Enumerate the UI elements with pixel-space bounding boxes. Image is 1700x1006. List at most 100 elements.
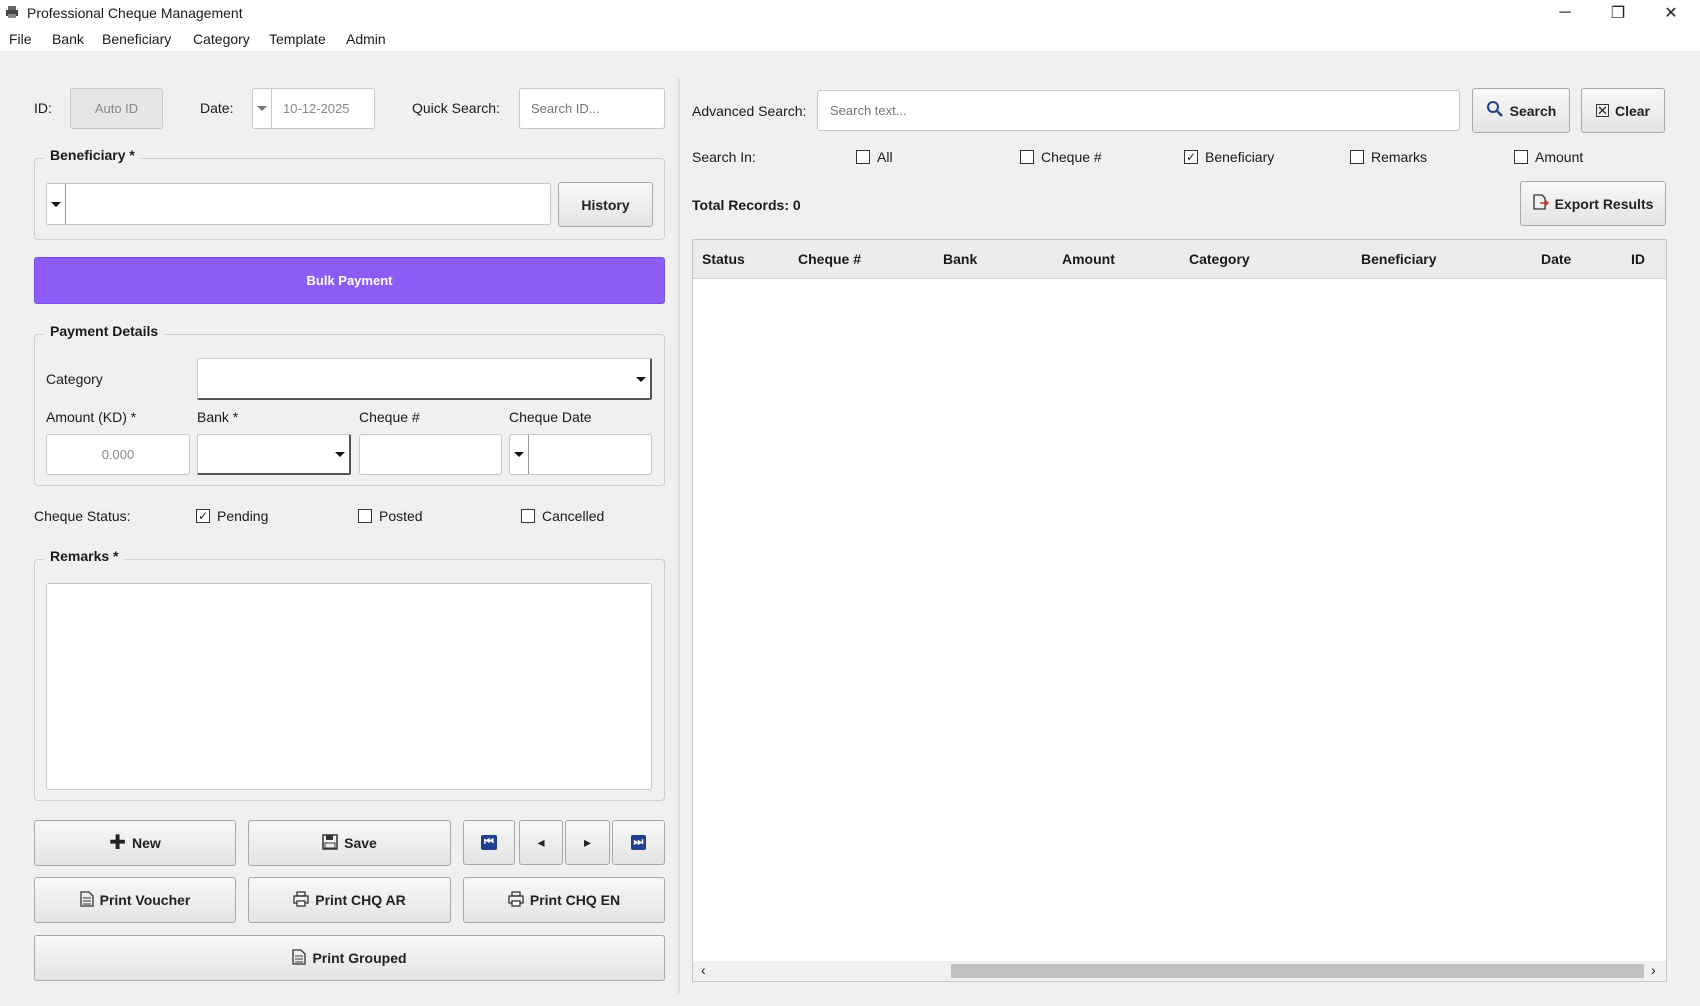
- cancelled-label: Cancelled: [542, 508, 605, 524]
- advanced-search-input[interactable]: [817, 90, 1460, 131]
- column-amount[interactable]: Amount: [1062, 251, 1115, 267]
- new-button-label: New: [131, 835, 161, 851]
- category-dropdown-icon[interactable]: [636, 377, 646, 382]
- search-in-label: Search In:: [692, 149, 756, 165]
- print-chq-en-button[interactable]: Print CHQ EN: [463, 877, 665, 923]
- minimize-button[interactable]: ─: [1538, 0, 1592, 26]
- plus-icon: ✚: [109, 832, 126, 854]
- clear-button-label: Clear: [1614, 102, 1651, 119]
- menu-bank[interactable]: Bank: [52, 31, 84, 47]
- nav-prev-button[interactable]: ◂: [519, 820, 563, 865]
- print-chq-ar-button[interactable]: Print CHQ AR: [248, 877, 451, 923]
- print-voucher-button[interactable]: Print Voucher: [34, 877, 236, 923]
- amount-label: Amount (KD) *: [46, 409, 137, 425]
- date-dropdown-icon[interactable]: [253, 89, 272, 128]
- quick-search-input[interactable]: [519, 88, 665, 129]
- history-button[interactable]: History: [558, 182, 653, 227]
- search-in-all[interactable]: All: [856, 149, 893, 165]
- id-label: ID:: [34, 100, 52, 116]
- cheque-no-search-label: Cheque #: [1041, 149, 1102, 165]
- restore-button[interactable]: ❐: [1591, 0, 1645, 26]
- export-results-label: Export Results: [1554, 195, 1654, 212]
- pending-checkbox[interactable]: ✓: [196, 509, 210, 523]
- search-button[interactable]: Search: [1472, 88, 1570, 133]
- bank-dropdown-icon[interactable]: [335, 452, 345, 457]
- scrollbar-thumb[interactable]: [951, 964, 1644, 978]
- date-picker[interactable]: 10-12-2025: [252, 88, 375, 129]
- save-button[interactable]: Save: [248, 820, 451, 866]
- results-table: [692, 239, 1667, 982]
- column-date[interactable]: Date: [1541, 251, 1571, 267]
- cheque-date-dropdown-icon[interactable]: [510, 435, 529, 474]
- beneficiary-checkbox[interactable]: ✓: [1184, 150, 1198, 164]
- posted-label: Posted: [379, 508, 423, 524]
- search-in-beneficiary[interactable]: ✓ Beneficiary: [1184, 149, 1274, 165]
- amount-checkbox[interactable]: [1514, 150, 1528, 164]
- total-records: Total Records: 0: [692, 197, 801, 213]
- status-cancelled[interactable]: Cancelled: [521, 508, 604, 524]
- cheque-date-picker[interactable]: [509, 434, 652, 475]
- window-title: Professional Cheque Management: [27, 5, 243, 21]
- cancelled-checkbox[interactable]: [521, 509, 535, 523]
- print-voucher-label: Print Voucher: [99, 892, 191, 908]
- scroll-left-icon[interactable]: ‹: [701, 962, 706, 978]
- remarks-checkbox[interactable]: [1350, 150, 1364, 164]
- category-select[interactable]: [197, 358, 652, 400]
- beneficiary-dropdown-icon[interactable]: [47, 184, 66, 224]
- menu-template[interactable]: Template: [269, 31, 326, 47]
- print-chq-ar-label: Print CHQ AR: [315, 892, 406, 908]
- column-bank[interactable]: Bank: [943, 251, 977, 267]
- document-icon: [292, 948, 307, 968]
- status-pending[interactable]: ✓ Pending: [196, 508, 268, 524]
- column-category[interactable]: Category: [1189, 251, 1250, 267]
- print-grouped-button[interactable]: Print Grouped: [34, 935, 665, 981]
- bank-label: Bank *: [197, 409, 239, 425]
- printer-app-icon: [5, 5, 19, 19]
- panel-divider[interactable]: [678, 78, 680, 994]
- column-status[interactable]: Status: [702, 251, 745, 267]
- column-id[interactable]: ID: [1631, 251, 1645, 267]
- nav-next-button[interactable]: ▸: [565, 820, 610, 865]
- search-in-amount[interactable]: Amount: [1514, 149, 1583, 165]
- all-checkbox[interactable]: [856, 150, 870, 164]
- pending-label: Pending: [217, 508, 269, 524]
- clear-button[interactable]: ✕ Clear: [1581, 88, 1665, 133]
- date-label: Date:: [200, 100, 234, 116]
- search-in-remarks[interactable]: Remarks: [1350, 149, 1427, 165]
- beneficiary-combobox[interactable]: [46, 183, 551, 225]
- amount-input[interactable]: 0.000: [46, 434, 190, 475]
- search-in-cheque-no[interactable]: Cheque #: [1020, 149, 1102, 165]
- column-beneficiary[interactable]: Beneficiary: [1361, 251, 1436, 267]
- id-field: Auto ID: [70, 88, 163, 129]
- menu-category[interactable]: Category: [193, 31, 250, 47]
- print-grouped-label: Print Grouped: [312, 950, 407, 966]
- bank-select[interactable]: [197, 434, 351, 475]
- cheque-no-input[interactable]: [359, 434, 502, 475]
- advanced-search-label: Advanced Search:: [692, 103, 807, 119]
- column-cheque-no[interactable]: Cheque #: [798, 251, 861, 267]
- posted-checkbox[interactable]: [358, 509, 372, 523]
- search-button-label: Search: [1509, 102, 1557, 119]
- history-button-label: History: [581, 196, 630, 213]
- close-button[interactable]: ✕: [1644, 0, 1698, 26]
- status-posted[interactable]: Posted: [358, 508, 423, 524]
- cheque-no-label: Cheque #: [359, 409, 420, 425]
- menu-file[interactable]: File: [9, 31, 32, 47]
- next-record-icon: ▸: [583, 834, 592, 850]
- cheque-no-checkbox[interactable]: [1020, 150, 1034, 164]
- remarks-textarea[interactable]: [46, 583, 652, 790]
- menu-beneficiary[interactable]: Beneficiary: [102, 31, 171, 47]
- amount-placeholder: 0.000: [101, 447, 135, 462]
- menu-admin[interactable]: Admin: [346, 31, 386, 47]
- horizontal-scrollbar[interactable]: ‹ ›: [693, 961, 1666, 981]
- scroll-right-icon[interactable]: ›: [1651, 962, 1656, 978]
- floppy-icon: [322, 833, 338, 853]
- nav-first-button[interactable]: ⏮: [463, 820, 515, 865]
- export-icon: [1532, 194, 1549, 213]
- last-record-icon: ⏭: [630, 835, 647, 850]
- export-results-button[interactable]: Export Results: [1520, 181, 1666, 226]
- title-bar: Professional Cheque Management ─ ❐ ✕: [0, 0, 1700, 26]
- bulk-payment-button[interactable]: Bulk Payment: [34, 257, 665, 304]
- new-button[interactable]: ✚ New: [34, 820, 236, 866]
- nav-last-button[interactable]: ⏭: [612, 820, 665, 865]
